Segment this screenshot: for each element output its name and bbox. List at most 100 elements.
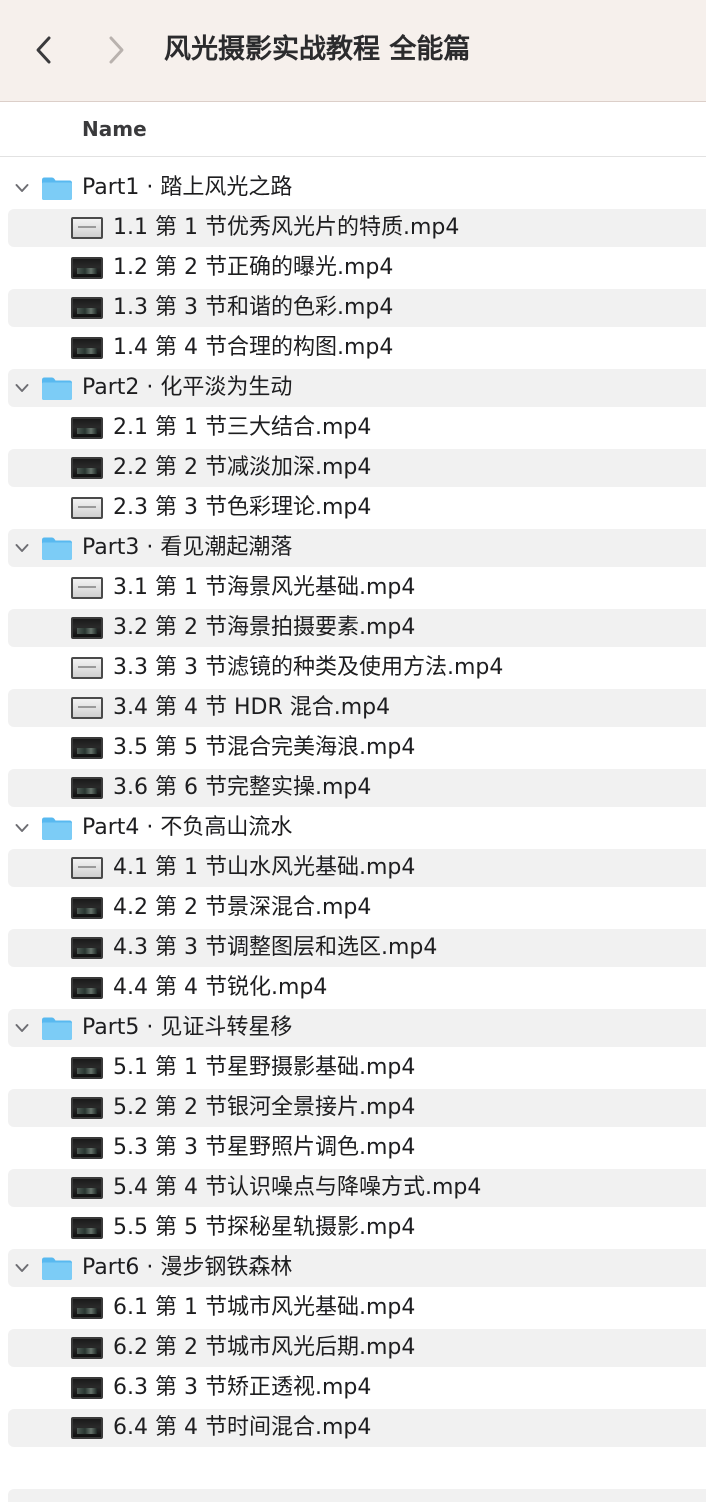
file-row[interactable]: 6.2 第 2 节城市风光后期.mp4 <box>0 1328 706 1368</box>
video-thumbnail-icon <box>71 1177 103 1199</box>
column-header-bar: Name <box>0 102 706 157</box>
disclosure-chevron-icon[interactable] <box>13 379 31 397</box>
disclosure-chevron-icon[interactable] <box>13 539 31 557</box>
file-row[interactable]: 2.2 第 2 节减淡加深.mp4 <box>0 448 706 488</box>
back-button[interactable] <box>24 28 64 72</box>
folder-row[interactable]: Part2 · 化平淡为生动 <box>0 368 706 408</box>
video-thumbnail-icon <box>71 1097 103 1119</box>
folder-name: Part4 · 不负高山流水 <box>82 815 293 840</box>
video-thumbnail-icon <box>71 1057 103 1079</box>
folder-row[interactable]: Part3 · 看见潮起潮落 <box>0 528 706 568</box>
file-row[interactable]: 4.3 第 3 节调整图层和选区.mp4 <box>0 928 706 968</box>
file-name: 4.3 第 3 节调整图层和选区.mp4 <box>113 935 438 960</box>
file-row[interactable]: 5.3 第 3 节星野照片调色.mp4 <box>0 1128 706 1168</box>
video-thumbnail-icon <box>71 657 103 679</box>
file-row[interactable]: 6.3 第 3 节矫正透视.mp4 <box>0 1368 706 1408</box>
folder-icon <box>41 376 73 401</box>
file-row[interactable]: 1.1 第 1 节优秀风光片的特质.mp4 <box>0 208 706 248</box>
video-thumbnail-icon <box>71 617 103 639</box>
video-thumbnail-icon <box>71 897 103 919</box>
folder-name: Part1 · 踏上风光之路 <box>82 175 293 200</box>
file-row[interactable]: 4.1 第 1 节山水风光基础.mp4 <box>0 848 706 888</box>
folder-name: Part3 · 看见潮起潮落 <box>82 535 293 560</box>
disclosure-chevron-icon[interactable] <box>13 179 31 197</box>
file-row[interactable]: 3.3 第 3 节滤镜的种类及使用方法.mp4 <box>0 648 706 688</box>
file-row[interactable]: 1.3 第 3 节和谐的色彩.mp4 <box>0 288 706 328</box>
file-list: Part1 · 踏上风光之路 1.1 第 1 节优秀风光片的特质.mp4 1.2 第… <box>0 168 706 1448</box>
folder-icon <box>41 536 73 561</box>
video-thumbnail-icon <box>71 1377 103 1399</box>
file-name: 6.4 第 4 节时间混合.mp4 <box>113 1415 372 1440</box>
file-name: 4.2 第 2 节景深混合.mp4 <box>113 895 372 920</box>
window-title: 风光摄影实战教程 全能篇 <box>164 34 471 65</box>
folder-icon <box>41 176 73 201</box>
video-thumbnail-icon <box>71 497 103 519</box>
file-row[interactable]: 4.2 第 2 节景深混合.mp4 <box>0 888 706 928</box>
video-thumbnail-icon <box>71 577 103 599</box>
folder-name: Part2 · 化平淡为生动 <box>82 375 293 400</box>
file-row[interactable]: 4.4 第 4 节锐化.mp4 <box>0 968 706 1008</box>
folder-row[interactable]: Part4 · 不负高山流水 <box>0 808 706 848</box>
folder-row[interactable]: Part5 · 见证斗转星移 <box>0 1008 706 1048</box>
file-name: 3.6 第 6 节完整实操.mp4 <box>113 775 372 800</box>
forward-button[interactable] <box>96 28 136 72</box>
file-name: 1.2 第 2 节正确的曝光.mp4 <box>113 255 394 280</box>
file-name: 3.3 第 3 节滤镜的种类及使用方法.mp4 <box>113 655 504 680</box>
file-row[interactable]: 6.1 第 1 节城市风光基础.mp4 <box>0 1288 706 1328</box>
file-row[interactable]: 3.2 第 2 节海景拍摄要素.mp4 <box>0 608 706 648</box>
file-row[interactable]: 1.4 第 4 节合理的构图.mp4 <box>0 328 706 368</box>
file-name: 6.2 第 2 节城市风光后期.mp4 <box>113 1335 416 1360</box>
disclosure-chevron-icon[interactable] <box>13 819 31 837</box>
file-name: 3.1 第 1 节海景风光基础.mp4 <box>113 575 416 600</box>
file-row[interactable]: 2.1 第 1 节三大结合.mp4 <box>0 408 706 448</box>
file-row[interactable]: 1.2 第 2 节正确的曝光.mp4 <box>0 248 706 288</box>
file-name: 2.2 第 2 节减淡加深.mp4 <box>113 455 372 480</box>
file-name: 5.5 第 5 节探秘星轨摄影.mp4 <box>113 1215 416 1240</box>
file-row[interactable]: 5.1 第 1 节星野摄影基础.mp4 <box>0 1048 706 1088</box>
file-name: 5.4 第 4 节认识噪点与降噪方式.mp4 <box>113 1175 482 1200</box>
disclosure-chevron-icon[interactable] <box>13 1259 31 1277</box>
folder-name: Part5 · 见证斗转星移 <box>82 1015 293 1040</box>
folder-row[interactable]: Part1 · 踏上风光之路 <box>0 168 706 208</box>
file-name: 2.1 第 1 节三大结合.mp4 <box>113 415 372 440</box>
video-thumbnail-icon <box>71 297 103 319</box>
video-thumbnail-icon <box>71 1417 103 1439</box>
file-name: 1.3 第 3 节和谐的色彩.mp4 <box>113 295 394 320</box>
file-name: 3.5 第 5 节混合完美海浪.mp4 <box>113 735 416 760</box>
video-thumbnail-icon <box>71 737 103 759</box>
folder-name: Part6 · 漫步钢铁森林 <box>82 1255 293 1280</box>
file-name: 5.3 第 3 节星野照片调色.mp4 <box>113 1135 416 1160</box>
file-name: 4.1 第 1 节山水风光基础.mp4 <box>113 855 416 880</box>
file-name: 1.4 第 4 节合理的构图.mp4 <box>113 335 394 360</box>
file-row[interactable]: 5.4 第 4 节认识噪点与降噪方式.mp4 <box>0 1168 706 1208</box>
folder-row[interactable]: Part6 · 漫步钢铁森林 <box>0 1248 706 1288</box>
video-thumbnail-icon <box>71 777 103 799</box>
video-thumbnail-icon <box>71 977 103 999</box>
file-row[interactable]: 5.5 第 5 节探秘星轨摄影.mp4 <box>0 1208 706 1248</box>
chevron-right-icon <box>109 36 124 64</box>
video-thumbnail-icon <box>71 217 103 239</box>
video-thumbnail-icon <box>71 457 103 479</box>
video-thumbnail-icon <box>71 857 103 879</box>
video-thumbnail-icon <box>71 1137 103 1159</box>
file-row[interactable]: 3.5 第 5 节混合完美海浪.mp4 <box>0 728 706 768</box>
title-bar: 风光摄影实战教程 全能篇 <box>0 0 706 102</box>
folder-icon <box>41 816 73 841</box>
folder-icon <box>41 1256 73 1281</box>
file-row[interactable]: 3.1 第 1 节海景风光基础.mp4 <box>0 568 706 608</box>
video-thumbnail-icon <box>71 417 103 439</box>
file-name: 3.2 第 2 节海景拍摄要素.mp4 <box>113 615 416 640</box>
file-row[interactable]: 2.3 第 3 节色彩理论.mp4 <box>0 488 706 528</box>
file-row[interactable]: 6.4 第 4 节时间混合.mp4 <box>0 1408 706 1448</box>
name-column-header[interactable]: Name <box>82 102 147 156</box>
video-thumbnail-icon <box>71 937 103 959</box>
video-thumbnail-icon <box>71 337 103 359</box>
video-thumbnail-icon <box>71 1337 103 1359</box>
file-row[interactable]: 3.4 第 4 节 HDR 混合.mp4 <box>0 688 706 728</box>
video-thumbnail-icon <box>71 697 103 719</box>
disclosure-chevron-icon[interactable] <box>13 1019 31 1037</box>
file-name: 1.1 第 1 节优秀风光片的特质.mp4 <box>113 215 460 240</box>
video-thumbnail-icon <box>71 1297 103 1319</box>
file-row[interactable]: 5.2 第 2 节银河全景接片.mp4 <box>0 1088 706 1128</box>
file-row[interactable]: 3.6 第 6 节完整实操.mp4 <box>0 768 706 808</box>
